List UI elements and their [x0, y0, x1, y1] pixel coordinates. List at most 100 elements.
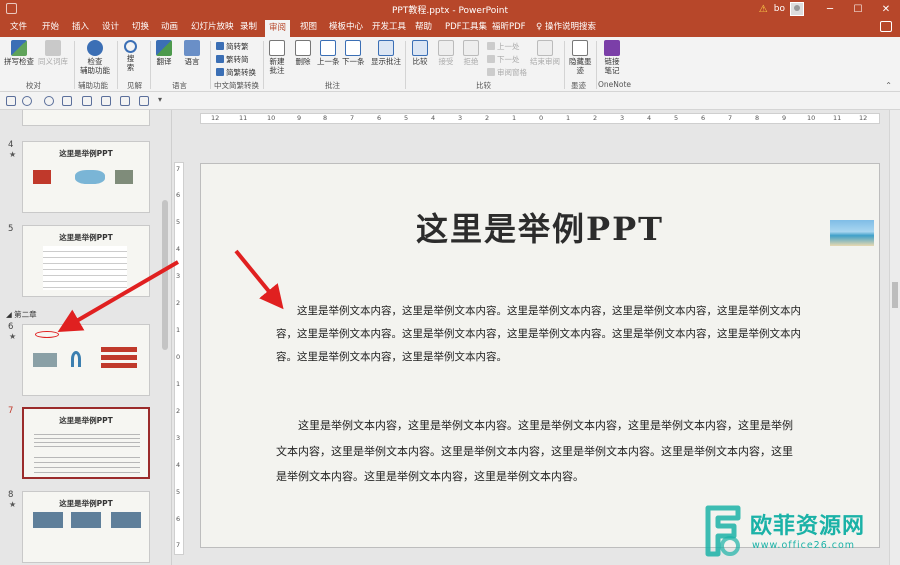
current-slide[interactable]: 这里是举例PPT 这里是举例文本内容，这里是举例文本内容。这里是举例文本内容，这…	[200, 163, 880, 548]
tab-foxit-pdf[interactable]: 福昕PDF	[488, 18, 530, 37]
show-comments-button[interactable]: 显示批注	[371, 40, 401, 66]
tab-slideshow[interactable]: 幻灯片放映	[187, 18, 238, 37]
tab-file[interactable]: 文件	[6, 18, 31, 37]
slide-number: 7	[8, 406, 14, 416]
end-review-icon	[537, 40, 553, 56]
comments-icon[interactable]	[880, 21, 892, 32]
collapse-ribbon-icon[interactable]: ⌃	[885, 81, 892, 90]
to-simplified-button[interactable]: 繁转简	[216, 55, 249, 64]
touch-mode-icon[interactable]	[82, 96, 92, 106]
convert-button[interactable]: 简繁转换	[216, 68, 256, 77]
group-onenote: OneNote	[598, 80, 632, 89]
ink-icon	[572, 40, 589, 56]
tab-view[interactable]: 视图	[296, 18, 321, 37]
watermark-brand: 欧菲资源网	[750, 514, 866, 539]
tab-animations[interactable]: 动画	[157, 18, 182, 37]
tab-help[interactable]: 帮助	[411, 18, 436, 37]
compare-button[interactable]: 比较	[412, 40, 428, 66]
translate-button[interactable]: 翻译	[156, 40, 172, 66]
vertical-ruler: 7 6 5 4 3 2 1 0 1 2 3 4 5 6 7	[174, 162, 184, 555]
smart-lookup-button[interactable]: 搜索	[124, 40, 137, 72]
previous-comment-button[interactable]: 上一条	[317, 40, 340, 66]
group-accessibility: 辅助功能	[78, 81, 108, 90]
thesaurus-button[interactable]: 同义词库	[38, 40, 68, 66]
tab-home[interactable]: 开始	[38, 18, 63, 37]
slide-thumbnail-pane: 4 ★ 这里是举例PPT 5 这里是举例PPT ◢ 第二章 6 ★ 7 这里是举…	[0, 110, 172, 565]
accept-button[interactable]: 接受	[438, 40, 454, 66]
horizontal-ruler: 12 11 10 9 8 7 6 5 4 3 2 1 0 1 2 3 4 5 6…	[200, 113, 880, 124]
end-review-button[interactable]: 结束审阅	[530, 40, 560, 66]
close-button[interactable]: ✕	[872, 4, 900, 15]
reject-button[interactable]: 拒绝	[463, 40, 479, 66]
thumbnail-title: 这里是举例PPT	[59, 233, 113, 242]
next-change-icon	[487, 55, 495, 63]
tab-insert[interactable]: 插入	[68, 18, 93, 37]
beach-image[interactable]	[830, 220, 874, 246]
ribbon-tabs: 文件 开始 插入 设计 切换 动画 幻灯片放映 录制 审阅 视图 模板中心 开发…	[0, 18, 900, 37]
tab-template-center[interactable]: 模板中心	[325, 18, 367, 37]
next-comment-button[interactable]: 下一条	[342, 40, 365, 66]
undo-icon[interactable]	[22, 96, 32, 106]
hide-ink-button[interactable]: 隐藏墨迹	[569, 40, 592, 75]
slide-thumbnail-8[interactable]: 这里是举例PPT	[22, 491, 150, 563]
avatar[interactable]	[790, 2, 804, 16]
thumbnail-title: 这里是举例PPT	[59, 416, 113, 425]
slide-paragraph-1[interactable]: 这里是举例文本内容，这里是举例文本内容。这里是举例文本内容，这里是举例文本内容，…	[276, 300, 806, 369]
to-traditional-button[interactable]: 简转繁	[216, 42, 249, 51]
slide-thumbnail-7[interactable]: 这里是举例PPT	[22, 407, 150, 479]
reviewing-pane-button[interactable]: 审阅窗格	[487, 68, 527, 77]
group-compare: 比较	[476, 81, 491, 90]
redo-icon[interactable]	[44, 96, 54, 106]
accept-icon	[438, 40, 454, 56]
delete-comment-button[interactable]: 删除	[295, 40, 311, 66]
group-chinese-conversion: 中文简繁转换	[214, 81, 259, 90]
start-slideshow-icon[interactable]	[62, 96, 72, 106]
delete-comment-icon	[295, 40, 311, 56]
user-name[interactable]: bo	[774, 4, 785, 14]
thumbnail-scrollbar[interactable]	[162, 200, 168, 350]
save-qat-icon[interactable]	[6, 96, 16, 106]
star-icon: ★	[9, 500, 17, 509]
previous-change-icon	[487, 42, 495, 50]
convert-icon	[216, 68, 224, 76]
previous-comment-icon	[320, 40, 337, 56]
simplified-icon	[216, 55, 224, 63]
slide-thumbnail-3[interactable]	[22, 110, 150, 126]
watermark-site: www.office26.com	[752, 540, 856, 551]
linked-notes-button[interactable]: 链接 笔记	[604, 40, 620, 75]
editor-scrollbar[interactable]	[889, 110, 900, 565]
slide-thumbnail-4[interactable]: 这里是举例PPT	[22, 141, 150, 213]
check-accessibility-button[interactable]: 检查 辅助功能	[80, 40, 110, 75]
slide-paragraph-2[interactable]: 这里是举例文本内容，这里是举例文本内容。这里是举例文本内容，这里是举例文本内容，…	[276, 413, 796, 490]
slide-thumbnail-6[interactable]	[22, 324, 150, 396]
tab-developer[interactable]: 开发工具	[368, 18, 410, 37]
new-slide-icon[interactable]	[101, 96, 111, 106]
layout-icon[interactable]	[120, 96, 130, 106]
warning-icon[interactable]: ⚠	[759, 4, 768, 15]
translate-icon	[156, 40, 172, 56]
slide-number: 5	[8, 224, 14, 234]
thumbnail-title: 这里是举例PPT	[59, 149, 113, 158]
tab-record[interactable]: 录制	[236, 18, 261, 37]
new-comment-button[interactable]: 新建 批注	[269, 40, 285, 75]
maximize-button[interactable]: ☐	[844, 4, 872, 15]
tab-design[interactable]: 设计	[98, 18, 123, 37]
watermark: 欧菲资源网 www.office26.com	[700, 500, 900, 562]
new-comment-icon	[269, 40, 285, 56]
tab-pdf-tools[interactable]: PDF工具集	[441, 18, 491, 37]
tell-me-search[interactable]: ♀ 操作说明搜索	[536, 18, 596, 37]
tab-transitions[interactable]: 切换	[128, 18, 153, 37]
next-change-button[interactable]: 下一处	[487, 55, 520, 64]
tab-review[interactable]: 审阅	[265, 18, 291, 37]
customize-qat-icon[interactable]: ▾	[158, 95, 168, 105]
slide-thumbnail-5[interactable]: 这里是举例PPT	[22, 225, 150, 297]
editor-scroll-thumb[interactable]	[892, 282, 898, 308]
slide-title[interactable]: 这里是举例PPT	[201, 204, 879, 250]
language-icon	[184, 40, 200, 56]
previous-change-button[interactable]: 上一处	[487, 42, 520, 51]
spelling-button[interactable]: 拼写检查	[4, 40, 34, 66]
onenote-icon	[604, 40, 620, 56]
language-button[interactable]: 语言	[184, 40, 200, 66]
format-icon[interactable]	[139, 96, 149, 106]
minimize-button[interactable]: ─	[816, 4, 844, 15]
